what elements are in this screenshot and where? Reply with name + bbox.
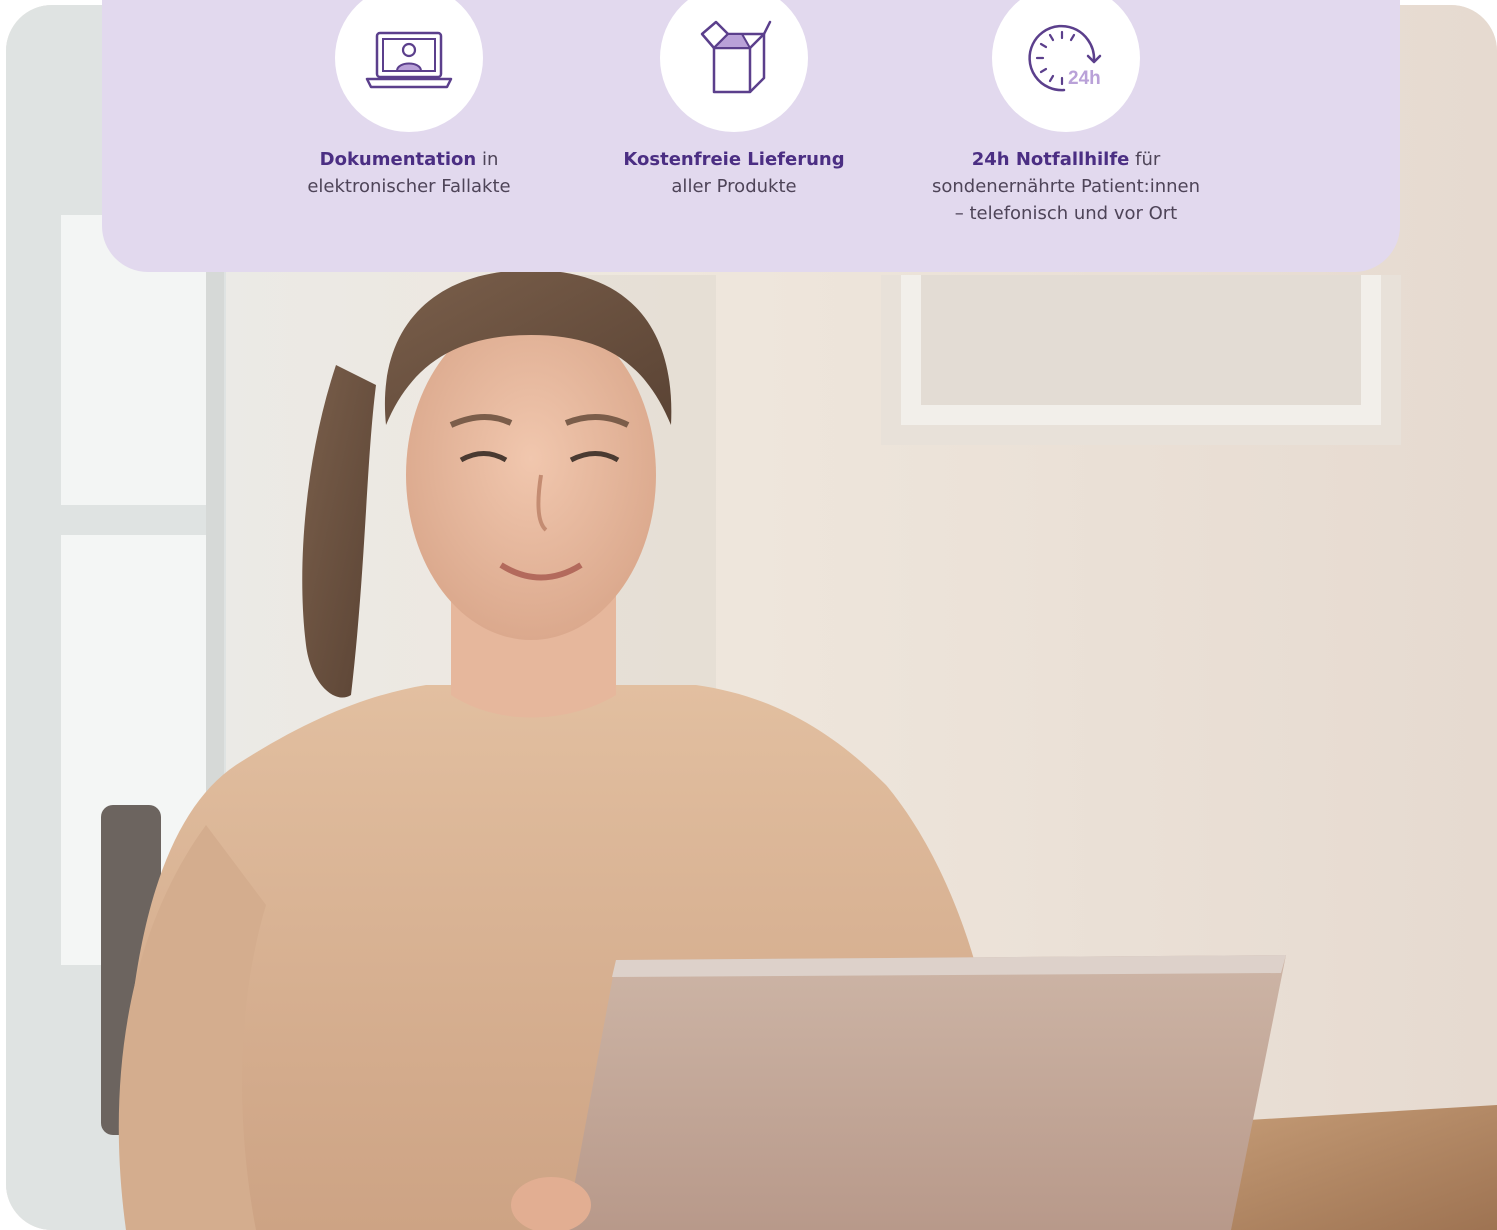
feature-delivery: Kostenfreie Lieferung aller Produkte: [584, 0, 884, 200]
feature-text: 24h Notfallhilfe für sondenernährte Pati…: [916, 146, 1216, 227]
feature-description: aller Produkte: [671, 176, 797, 197]
clock-24h-icon: 24h: [1028, 24, 1102, 92]
open-box-icon: [700, 20, 772, 94]
feature-text: Dokumentation in elektronischer Fallakte: [259, 146, 559, 200]
feature-text: Kostenfreie Lieferung aller Produkte: [584, 146, 884, 200]
feature-documentation: Dokumentation in elektronischer Fallakte: [259, 0, 559, 200]
feature-title: 24h Notfallhilfe: [971, 149, 1130, 170]
feature-description-extra: – telefonisch und vor Ort: [954, 203, 1178, 224]
clock-24h-label: 24h: [1068, 68, 1101, 89]
feature-description: sondenernährte Patient:innen: [931, 176, 1200, 197]
page: Dokumentation in elektronischer Fallakte…: [0, 0, 1497, 1230]
feature-title: Kostenfreie Lieferung: [623, 149, 845, 170]
feature-title: Dokumentation: [319, 149, 477, 170]
feature-icon-circle: [660, 0, 808, 132]
feature-title-suffix: in: [476, 149, 499, 170]
feature-panel: Dokumentation in elektronischer Fallakte…: [102, 0, 1400, 272]
feature-icon-circle: 24h: [992, 0, 1140, 132]
feature-emergency-help: 24h 24h Notfallhilfe für sondenernährte …: [916, 0, 1216, 227]
feature-title-suffix: für: [1129, 149, 1161, 170]
laptop-user-icon: [365, 31, 453, 89]
feature-icon-circle: [335, 0, 483, 132]
feature-description: elektronischer Fallakte: [307, 176, 511, 197]
